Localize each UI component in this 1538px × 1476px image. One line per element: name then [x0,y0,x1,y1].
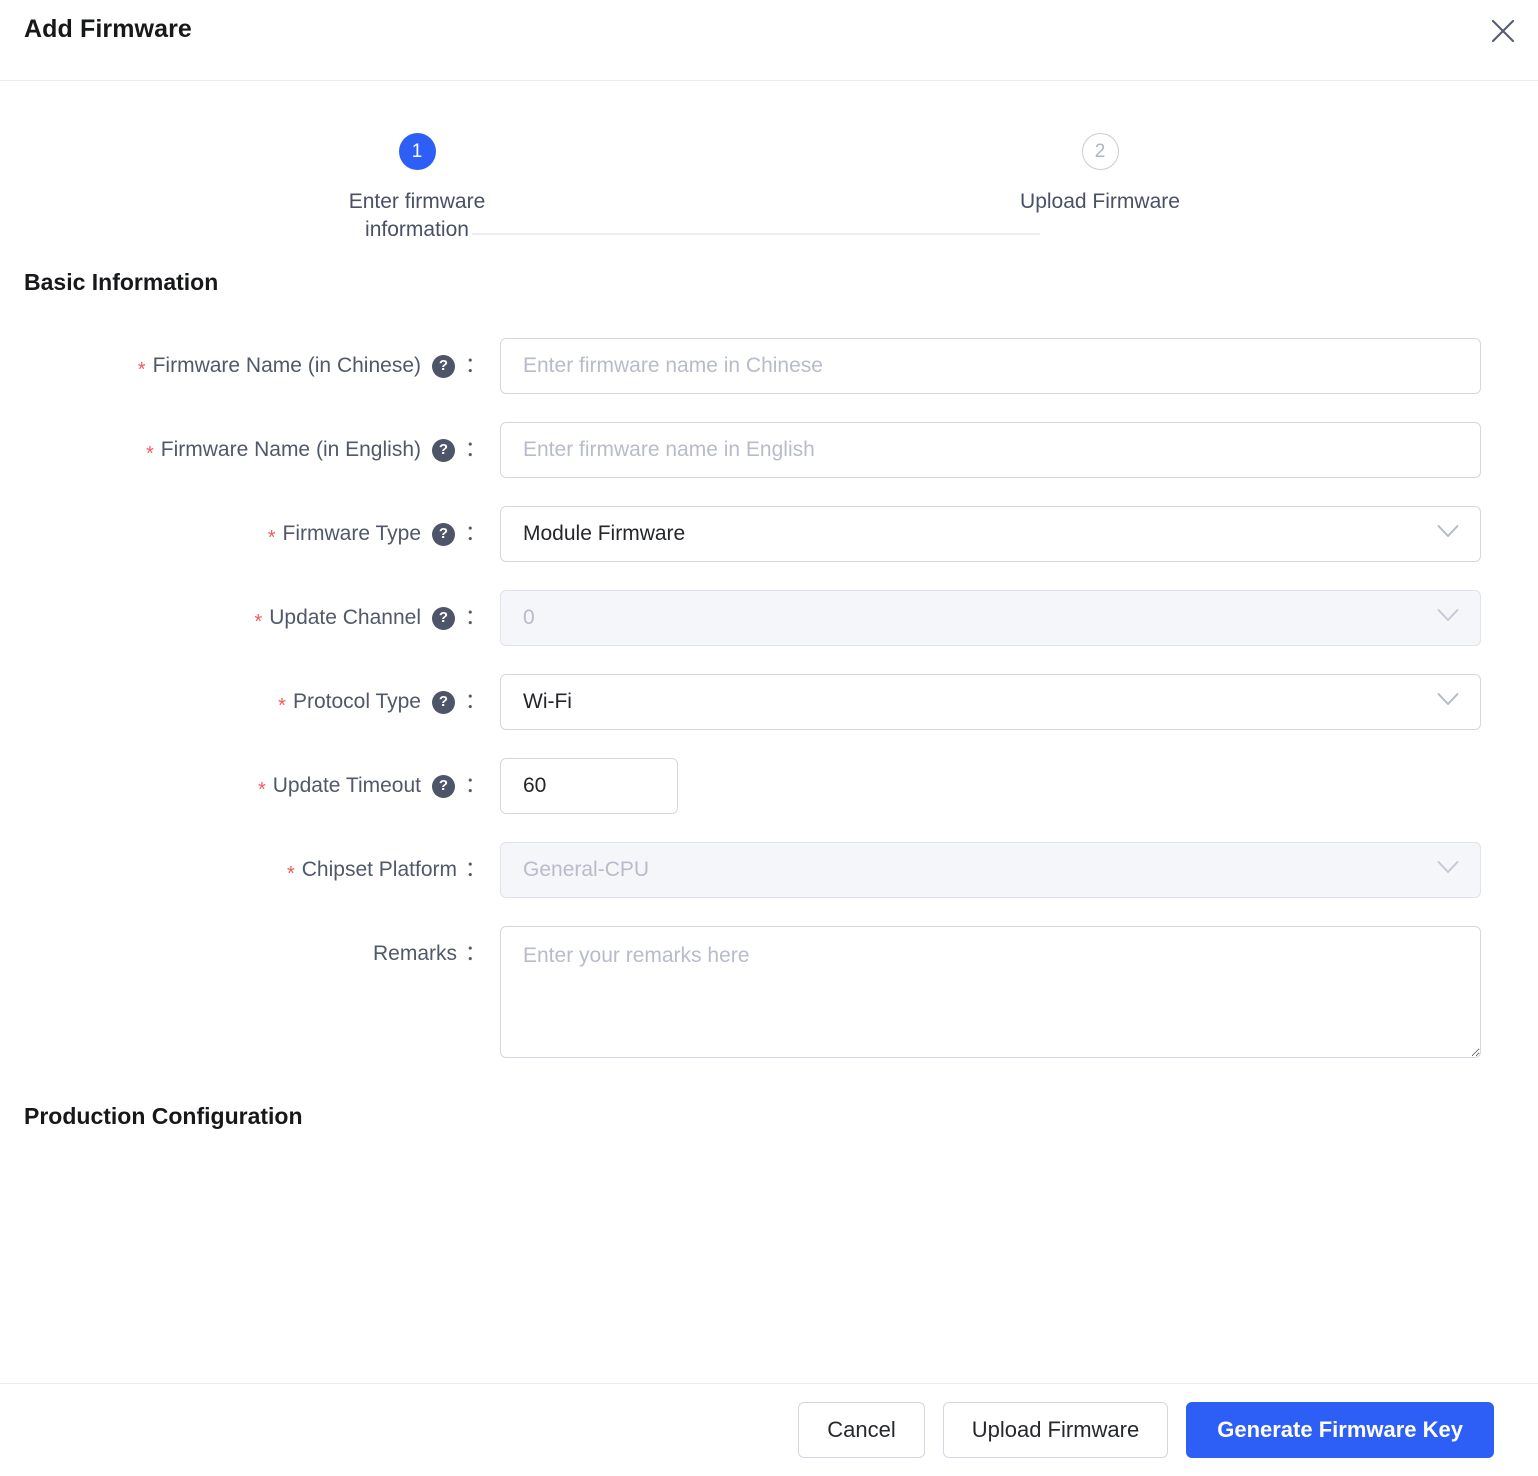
form-row-update-timeout: * Update Timeout ? ： [0,758,1538,814]
required-asterisk: * [267,527,276,549]
label-colon: ： [465,774,486,797]
label-protocol-type: * Protocol Type ? ： [0,674,500,730]
step-indicator: 1 Enter firmware information 2 Upload Fi… [0,81,1538,261]
label-firmware-name-en: * Firmware Name (in English) ? ： [0,422,500,478]
step-1-label: Enter firmware information [348,190,486,242]
step-upload-firmware[interactable]: 2 Upload Firmware [940,133,1260,216]
form-row-firmware-name-en: * Firmware Name (in English) ? ： [0,422,1538,478]
label-text: Firmware Name (in Chinese) [152,354,421,377]
control-firmware-type: Module Firmware [500,506,1481,562]
label-firmware-name-cn: * Firmware Name (in Chinese) ? ： [0,338,500,394]
update-channel-value: 0 [523,606,535,629]
label-text: Firmware Name (in English) [160,438,421,461]
label-text: Update Timeout [272,774,421,797]
form-row-update-channel: * Update Channel ? ： 0 [0,590,1538,646]
label-remarks: Remarks ： [0,926,500,982]
control-firmware-name-cn [500,338,1481,394]
step-2-circle: 2 [1081,133,1119,170]
firmware-name-cn-input[interactable] [500,338,1481,394]
form-row-chipset-platform: * Chipset Platform ： General-CPU [0,842,1538,898]
chipset-platform-value: General-CPU [523,858,650,881]
form-row-remarks: Remarks ： [0,926,1538,1063]
required-asterisk: * [278,695,286,717]
label-text: Remarks [372,942,457,965]
label-text: Chipset Platform [301,858,457,881]
basic-information-form: * Firmware Name (in Chinese) ? ： * Firmw… [0,338,1538,1063]
label-colon: ： [465,522,486,545]
dialog-footer: Cancel Upload Firmware Generate Firmware… [0,1383,1538,1476]
help-icon[interactable]: ? [432,438,455,462]
control-protocol-type: Wi-Fi [500,674,1481,730]
chipset-platform-select: General-CPU [500,842,1481,898]
help-icon[interactable]: ? [432,522,455,546]
update-timeout-input[interactable] [500,758,678,814]
label-chipset-platform: * Chipset Platform ： [0,842,500,898]
label-colon: ： [465,438,486,461]
remarks-textarea[interactable] [500,926,1481,1058]
protocol-type-value: Wi-Fi [523,690,572,713]
required-asterisk: * [254,611,263,633]
cancel-button[interactable]: Cancel [798,1402,925,1458]
dialog-title: Add Firmware [24,15,192,43]
help-icon[interactable]: ? [432,354,455,378]
required-asterisk: * [257,779,266,801]
control-update-timeout [500,758,678,814]
label-colon: ： [465,858,486,881]
label-update-timeout: * Update Timeout ? ： [0,758,500,814]
step-enter-firmware-information[interactable]: 1 Enter firmware information [257,133,577,245]
dialog-body: 1 Enter firmware information 2 Upload Fi… [0,81,1538,1383]
label-colon: ： [465,690,486,713]
firmware-name-en-input[interactable] [500,422,1481,478]
label-firmware-type: * Firmware Type ? ： [0,506,500,562]
label-colon: ： [465,354,486,377]
upload-firmware-button[interactable]: Upload Firmware [942,1402,1169,1458]
required-asterisk: * [145,443,154,465]
control-chipset-platform: General-CPU [500,842,1481,898]
control-remarks [500,926,1481,1063]
label-colon: ： [465,942,486,965]
dialog-header: Add Firmware [0,0,1538,81]
generate-firmware-key-button[interactable]: Generate Firmware Key [1186,1402,1494,1458]
help-icon[interactable]: ? [432,774,455,798]
control-update-channel: 0 [500,590,1481,646]
required-asterisk: * [286,863,295,885]
section-heading-production-configuration: Production Configuration [24,1103,303,1129]
form-row-firmware-type: * Firmware Type ? ： Module Firmware [0,506,1538,562]
firmware-type-value: Module Firmware [523,522,686,545]
help-icon[interactable]: ? [432,606,455,630]
form-row-firmware-name-cn: * Firmware Name (in Chinese) ? ： [0,338,1538,394]
help-icon[interactable]: ? [432,690,455,714]
label-colon: ： [465,606,486,629]
label-text: Update Channel [269,606,421,629]
required-asterisk: * [137,359,146,381]
label-update-channel: * Update Channel ? ： [0,590,500,646]
close-icon [1490,18,1516,44]
add-firmware-dialog: Add Firmware 1 Enter firmware informatio… [0,0,1538,1476]
section-heading-basic-information: Basic Information [24,269,219,295]
step-2-label: Upload Firmware [1020,190,1180,213]
protocol-type-select[interactable]: Wi-Fi [500,674,1481,730]
form-row-protocol-type: * Protocol Type ? ： Wi-Fi [0,674,1538,730]
step-1-circle: 1 [398,133,436,170]
label-text: Protocol Type [292,690,421,713]
close-button[interactable] [1482,10,1524,52]
update-channel-select: 0 [500,590,1481,646]
control-firmware-name-en [500,422,1481,478]
label-text: Firmware Type [282,522,421,545]
firmware-type-select[interactable]: Module Firmware [500,506,1481,562]
